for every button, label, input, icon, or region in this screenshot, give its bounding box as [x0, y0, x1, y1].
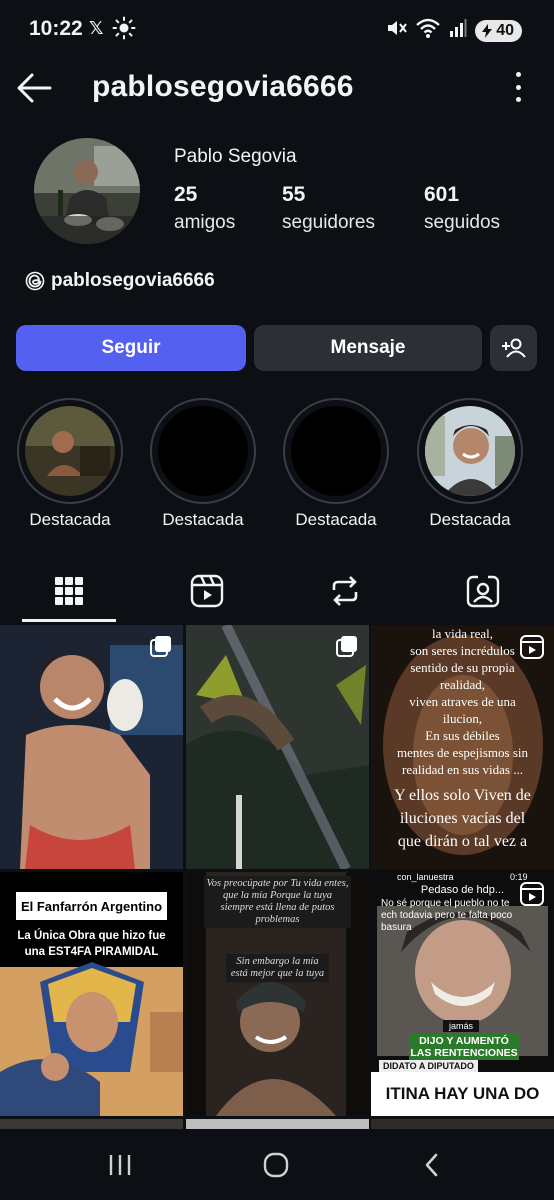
highlight-item[interactable]: Destacada: [149, 398, 257, 530]
tab-reels[interactable]: [138, 560, 276, 622]
home-button[interactable]: [256, 1150, 296, 1180]
post-quote-top: Vos preocúpate por Tu vida entes, que la…: [204, 876, 351, 928]
highlight-label: Destacada: [429, 510, 511, 529]
threads-handle: pablosegovia6666: [51, 270, 215, 291]
post-thumbnail[interactable]: la vida real, son seres incrédulos senti…: [371, 625, 554, 869]
highlight-item[interactable]: Destacada: [16, 398, 124, 530]
battery-level: 40: [496, 21, 514, 39]
profile-name: Pablo Segovia: [174, 146, 297, 167]
caption-line: Y ellos solo Viven de: [394, 787, 531, 804]
message-button[interactable]: Mensaje: [254, 325, 482, 371]
threads-link[interactable]: pablosegovia6666: [25, 270, 215, 292]
grid-icon: [55, 577, 83, 605]
post-caption: la vida real, son seres incrédulos senti…: [371, 625, 554, 853]
post-thumbnail[interactable]: [0, 1119, 183, 1129]
stat-label: amigos: [174, 212, 236, 233]
page-title: pablosegovia6666: [92, 70, 354, 103]
caption-line: sentido de su propia: [410, 660, 515, 675]
post-caption-line: No sé porque el pueblo no te ech todavia…: [381, 898, 513, 933]
caption-line: realidad,: [439, 677, 486, 692]
carousel-icon: [335, 635, 359, 664]
stat-followers[interactable]: 55 seguidores: [282, 183, 375, 234]
stat-friends[interactable]: 25 amigos: [174, 183, 235, 234]
stat-label: seguidos: [424, 212, 501, 233]
caption-line: En sus débiles: [425, 728, 500, 743]
recent-apps-button[interactable]: [100, 1150, 140, 1180]
arrow-left-icon: [17, 73, 52, 103]
caption-line: ilucion,: [442, 711, 483, 726]
post-thumbnail[interactable]: El Fanfarrón Argentino La Única Obra que…: [0, 872, 183, 1116]
post-subtitle: La Única Obra que hizo fue una EST4FA PI…: [17, 930, 166, 958]
caption-line: mentes de espejismos sin: [396, 745, 529, 760]
sun-icon: [112, 16, 136, 45]
profile-tabs: [0, 560, 554, 622]
highlight-item[interactable]: Destacada: [282, 398, 390, 530]
status-bar: 10:22 𝕏 40: [0, 0, 554, 58]
reposts-icon: [332, 576, 358, 606]
x-icon: 𝕏: [89, 18, 104, 38]
caption-line: la vida real,: [432, 626, 493, 641]
mute-icon: [385, 17, 408, 44]
chevron-left-icon: [425, 1153, 438, 1177]
tab-posts[interactable]: [0, 560, 138, 622]
caption-line: son seres incrédulos: [410, 643, 515, 658]
stat-value: 55: [282, 183, 306, 206]
post-thumbnail[interactable]: Vos preocúpate por Tu vida entes, que la…: [186, 872, 369, 1116]
suggest-friend-button[interactable]: [490, 325, 537, 371]
post-title: El Fanfarrón Argentino: [16, 892, 167, 920]
signal-icon: [449, 18, 467, 43]
post-banner-sub: DIDATO A DIPUTADO: [379, 1060, 478, 1072]
post-thumbnail[interactable]: [186, 625, 369, 869]
highlight-label: Destacada: [162, 510, 244, 529]
post-thumbnail[interactable]: [186, 1119, 369, 1129]
add-user-icon: [501, 338, 526, 358]
stat-label: seguidores: [282, 212, 375, 233]
home-icon: [263, 1152, 289, 1178]
tagged-icon: [466, 575, 500, 608]
tab-tagged[interactable]: [414, 560, 552, 622]
post-timestamp: 0:19: [510, 872, 528, 882]
caption-line: que dirán o tal vez a: [397, 833, 528, 850]
carousel-icon: [149, 635, 173, 664]
post-quote-mid: Sin embargo la mía está mejor que la tuy…: [226, 954, 329, 982]
stat-value: 601: [424, 183, 460, 206]
caption-line: realidad en sus vidas ...: [402, 762, 523, 777]
post-thumbnail[interactable]: [371, 1119, 554, 1129]
wifi-icon: [415, 17, 441, 44]
post-source-user: con_lanuestra: [397, 872, 454, 882]
more-options-icon[interactable]: [512, 72, 524, 102]
stat-value: 25: [174, 183, 198, 206]
caption-line: iluciones vacías del: [399, 810, 526, 827]
follow-button[interactable]: Seguir: [16, 325, 246, 371]
highlight-label: Destacada: [295, 510, 377, 529]
back-nav-button[interactable]: [412, 1150, 452, 1180]
recents-icon: [109, 1155, 131, 1175]
post-banner: DIJO Y AUMENTÓ LAS RENTENCIONES: [409, 1034, 519, 1060]
highlight-item[interactable]: Destacada: [416, 398, 524, 530]
post-bottom-text: ITINA HAY UNA DO: [385, 1084, 540, 1103]
system-nav-bar: [0, 1130, 554, 1200]
profile-header: pablosegovia6666: [0, 62, 554, 114]
battery-icon: 40: [475, 19, 522, 42]
post-caption-line: Pedaso de hdp...: [420, 884, 505, 896]
tab-reposts[interactable]: [276, 560, 414, 622]
reels-icon: [190, 574, 224, 608]
post-thumbnail[interactable]: [0, 625, 183, 869]
back-button[interactable]: [16, 70, 54, 106]
status-time: 10:22: [29, 17, 83, 40]
post-tag: jamás: [443, 1020, 480, 1032]
avatar[interactable]: [34, 138, 140, 244]
post-thumbnail[interactable]: con_lanuestra 0:19 Pedaso de hdp... No s…: [371, 872, 554, 1116]
caption-line: viven atraves de una: [409, 694, 516, 709]
highlight-label: Destacada: [29, 510, 111, 529]
stat-following[interactable]: 601 seguidos: [424, 183, 500, 234]
threads-icon: [25, 271, 45, 291]
